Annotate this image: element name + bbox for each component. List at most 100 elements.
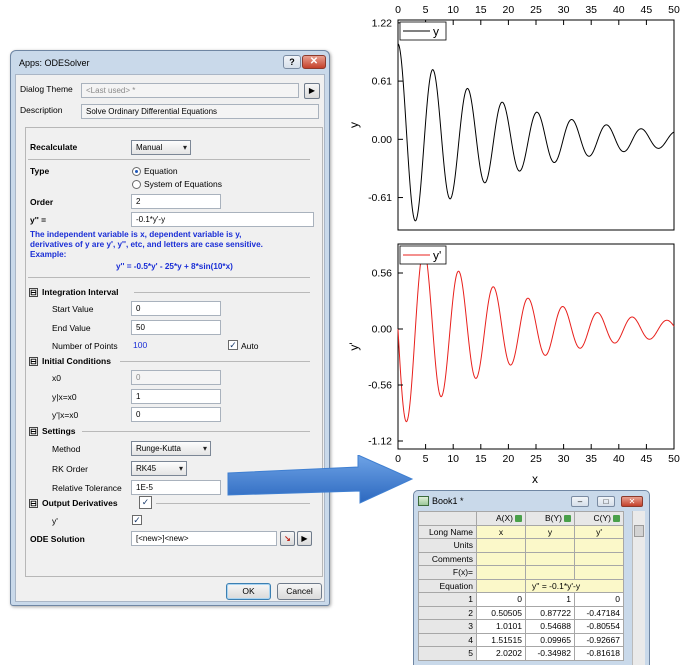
collapse-icon[interactable]: ⊟ xyxy=(29,427,38,436)
type-system-radio[interactable] xyxy=(132,180,141,189)
cell[interactable]: -0.81618 xyxy=(574,646,624,661)
divider xyxy=(28,159,310,160)
cell[interactable] xyxy=(525,551,575,566)
worksheet[interactable]: A(X) B(Y) C(Y) Long Name x y y' Units Co… xyxy=(418,511,624,661)
collapse-icon[interactable]: ⊟ xyxy=(29,288,38,297)
equation-cell[interactable]: y'' = -0.1*y'-y xyxy=(525,578,624,593)
cell[interactable] xyxy=(574,551,624,566)
y0-input[interactable]: 1 xyxy=(131,389,221,404)
cell[interactable]: 0 xyxy=(574,592,624,607)
cell[interactable] xyxy=(525,538,575,553)
range-selector-icon[interactable]: ↘ xyxy=(280,531,295,546)
cell[interactable]: 1 xyxy=(525,592,575,607)
cell[interactable] xyxy=(574,565,624,580)
ode-result-graphs: 1.22 0.61 0.00 -0.61 0 5 10 15 20 25 30 35 40 45 50 y y 0… xyxy=(347,4,680,486)
cell[interactable]: 0.50505 xyxy=(476,605,526,620)
y-axis-label: y' xyxy=(347,342,361,350)
maximize-button[interactable]: □ xyxy=(597,496,615,507)
end-value-label: End Value xyxy=(52,323,91,333)
cell[interactable]: 0 xyxy=(476,592,526,607)
relative-tolerance-input[interactable]: 1E-5 xyxy=(131,480,221,495)
cell[interactable]: 0.87722 xyxy=(525,605,575,620)
corner-cell[interactable] xyxy=(418,511,477,526)
table-row: 1010 xyxy=(418,592,624,607)
recalculate-select[interactable]: Manual xyxy=(131,140,191,155)
row-number[interactable]: 5 xyxy=(418,646,477,661)
start-value-input[interactable]: 0 xyxy=(131,301,221,316)
vertical-scrollbar[interactable] xyxy=(632,511,645,665)
x-tick-label: 30 xyxy=(558,453,570,465)
row-number[interactable]: 1 xyxy=(418,592,477,607)
cell[interactable]: -0.34982 xyxy=(525,646,575,661)
ok-button[interactable]: OK xyxy=(226,583,271,600)
type-equation-radio[interactable] xyxy=(132,167,141,176)
close-button[interactable]: ✕ xyxy=(302,55,326,69)
y-tick-label: 0.00 xyxy=(372,134,393,146)
order-input[interactable]: 2 xyxy=(131,194,221,209)
window-close-button[interactable]: ✕ xyxy=(621,496,643,507)
yprime-checkbox[interactable]: ✓ xyxy=(132,515,142,525)
cell[interactable] xyxy=(476,538,526,553)
cell[interactable] xyxy=(476,551,526,566)
yprime-label: y' xyxy=(52,516,58,526)
column-header[interactable]: A(X) xyxy=(476,511,526,526)
row-number[interactable]: 3 xyxy=(418,619,477,634)
cell[interactable] xyxy=(476,565,526,580)
rk-order-label: RK Order xyxy=(52,464,88,474)
table-row: 4 1.51515 0.09965 -0.92667 xyxy=(418,632,624,647)
x-tick-label: 50 xyxy=(668,4,680,16)
units-row: Units xyxy=(418,538,624,553)
theme-menu-arrow-icon[interactable]: ▶ xyxy=(304,83,320,99)
method-select[interactable]: Runge-Kutta xyxy=(131,441,211,456)
cell[interactable]: x xyxy=(476,524,526,539)
lock-icon xyxy=(564,515,571,523)
cell[interactable]: y xyxy=(525,524,575,539)
cell[interactable]: 1.51515 xyxy=(476,632,526,647)
recalculate-label: Recalculate xyxy=(30,142,78,152)
book1-window: Book1 * – □ ✕ A(X) B(Y) C(Y) Long Name x… xyxy=(413,490,650,665)
example-equation: y'' = -0.5*y' - 25*y + 8*sin(10*x) xyxy=(116,262,233,271)
cell[interactable] xyxy=(525,565,575,580)
hint-line-1: The independent variable is x, dependent… xyxy=(30,230,242,239)
cell[interactable]: 0.09965 xyxy=(525,632,575,647)
divider xyxy=(82,431,310,432)
cell[interactable] xyxy=(574,538,624,553)
cell[interactable] xyxy=(476,578,526,593)
y-tick-label: 0.00 xyxy=(372,324,393,336)
end-value-input[interactable]: 50 xyxy=(131,320,221,335)
x-tick-label: 40 xyxy=(613,4,625,16)
divider xyxy=(120,361,310,362)
column-header-row: A(X) B(Y) C(Y) xyxy=(418,511,624,526)
cell[interactable]: 1.0101 xyxy=(476,619,526,634)
cell[interactable]: 0.54688 xyxy=(525,619,575,634)
dialog-theme-field[interactable]: <Last used> * xyxy=(81,83,299,98)
row-number[interactable]: 4 xyxy=(418,632,477,647)
type-label: Type xyxy=(30,166,50,176)
row-number[interactable]: 2 xyxy=(418,605,477,620)
cell[interactable]: -0.92667 xyxy=(574,632,624,647)
comments-row: Comments xyxy=(418,551,624,566)
plot-frame xyxy=(397,19,675,231)
cell[interactable]: -0.47184 xyxy=(574,605,624,620)
collapse-icon[interactable]: ⊟ xyxy=(29,357,38,366)
help-button[interactable]: ? xyxy=(283,55,301,69)
ode-solution-input[interactable]: [<new>]<new> xyxy=(131,531,277,546)
collapse-icon[interactable]: ⊟ xyxy=(29,499,38,508)
ode-solution-menu-arrow-icon[interactable]: ▶ xyxy=(297,531,312,546)
auto-checkbox[interactable]: ✓ xyxy=(228,340,238,350)
cell[interactable]: -0.80554 xyxy=(574,619,624,634)
cell[interactable]: 2.0202 xyxy=(476,646,526,661)
rk-order-select[interactable]: RK45 xyxy=(131,461,187,476)
minimize-button[interactable]: – xyxy=(571,496,589,507)
column-header[interactable]: C(Y) xyxy=(574,511,624,526)
ode-solver-dialog: Apps: ODESolver ? ✕ Dialog Theme <Last u… xyxy=(10,50,330,606)
cell[interactable]: y' xyxy=(574,524,624,539)
equation-input[interactable]: -0.1*y'-y xyxy=(131,212,314,227)
x-tick-label: 10 xyxy=(447,4,459,16)
column-header[interactable]: B(Y) xyxy=(525,511,575,526)
scroll-thumb[interactable] xyxy=(634,525,644,537)
cancel-button[interactable]: Cancel xyxy=(277,583,322,600)
output-derivatives-checkbox[interactable]: ✓ xyxy=(139,496,152,509)
dy0-input[interactable]: 0 xyxy=(131,407,221,422)
row-label: Units xyxy=(418,538,477,553)
